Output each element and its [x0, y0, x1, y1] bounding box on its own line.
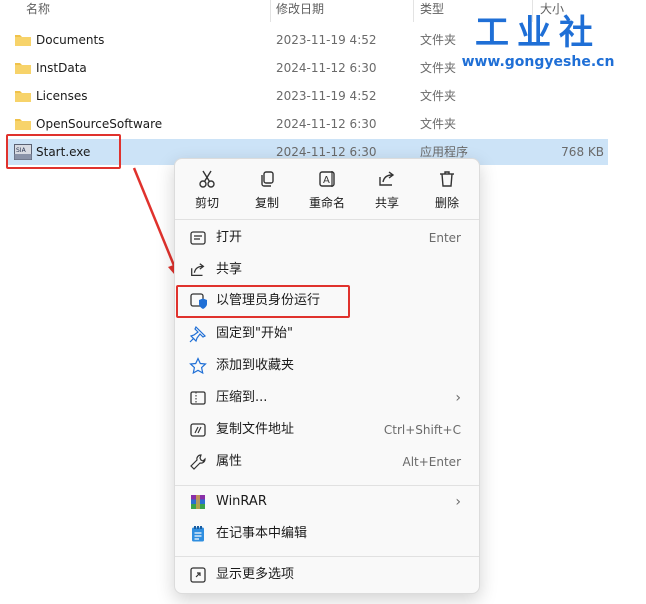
menu-divider — [175, 485, 479, 486]
svg-text:A: A — [323, 175, 330, 186]
rename-label: 重命名 — [308, 196, 345, 210]
context-menu-toolbar: 剪切 复制 A 重命名 共享 删除 — [175, 159, 479, 215]
menu-item-show-more-options[interactable]: 显示更多选项 — [179, 560, 475, 590]
folder-icon — [15, 119, 31, 130]
share-button[interactable]: 共享 — [359, 165, 415, 215]
menu-item-shortcut: Ctrl+Shift+C — [383, 423, 461, 437]
menu-divider — [175, 219, 479, 220]
cut-button[interactable]: 剪切 — [179, 165, 235, 215]
menu-item-edit-in-notepad[interactable]: 在记事本中编辑 — [179, 519, 475, 549]
file-name: InstData — [36, 61, 87, 75]
menu-item-pin-to-start[interactable]: 固定到"开始" — [179, 319, 475, 349]
file-date: 2024-11-12 6:30 — [276, 61, 377, 75]
menu-item-copy-file-path[interactable]: 复制文件地址 Ctrl+Shift+C — [179, 415, 475, 445]
column-type[interactable]: 类型 — [420, 0, 444, 22]
menu-item-share[interactable]: 共享 — [179, 255, 475, 285]
pin-icon — [189, 325, 207, 343]
more-options-icon — [190, 567, 206, 583]
column-divider[interactable] — [270, 0, 271, 22]
file-date: 2023-11-19 4:52 — [276, 89, 377, 103]
menu-item-label: 复制文件地址 — [216, 422, 295, 437]
file-date: 2024-11-12 6:30 — [276, 117, 377, 131]
file-name: Licenses — [36, 89, 88, 103]
open-icon — [190, 231, 206, 245]
watermark: 工业社 www.gongyeshe.cn — [448, 14, 628, 84]
folder-icon — [15, 35, 31, 46]
watermark-url: www.gongyeshe.cn — [461, 54, 615, 70]
copy-path-icon — [190, 423, 206, 437]
file-date: 2023-11-19 4:52 — [276, 33, 377, 47]
cut-label: 剪切 — [194, 196, 219, 210]
file-row-licenses[interactable]: Licenses 2023-11-19 4:52 文件夹 — [8, 83, 608, 109]
notepad-icon — [192, 526, 204, 542]
file-size: 768 KB — [561, 145, 604, 159]
menu-item-label: 显示更多选项 — [216, 567, 295, 582]
winrar-icon — [191, 495, 205, 509]
menu-item-label: 添加到收藏夹 — [216, 358, 295, 373]
share-icon — [191, 263, 205, 277]
file-type: 文件夹 — [420, 117, 457, 131]
delete-label: 删除 — [434, 196, 459, 210]
submenu-arrow-icon: › — [455, 494, 461, 510]
menu-item-label: 压缩到... — [216, 390, 268, 405]
column-divider[interactable] — [413, 0, 414, 22]
delete-button[interactable]: 删除 — [419, 165, 475, 215]
folder-icon — [15, 91, 31, 102]
annotation-box-run-as-admin — [176, 285, 350, 318]
menu-item-add-to-favorites[interactable]: 添加到收藏夹 — [179, 351, 475, 381]
context-menu: 剪切 复制 A 重命名 共享 删除 打开 Enter 共享 以管理员身份运行 固… — [174, 158, 480, 594]
copy-label: 复制 — [254, 196, 279, 210]
column-name[interactable]: 名称 — [26, 0, 50, 22]
menu-divider — [175, 556, 479, 557]
copy-icon — [261, 171, 274, 187]
menu-item-label: 共享 — [216, 262, 243, 277]
file-type: 文件夹 — [420, 89, 457, 103]
menu-item-properties[interactable]: 属性 Alt+Enter — [179, 447, 475, 477]
column-date[interactable]: 修改日期 — [276, 0, 324, 22]
menu-item-label: 在记事本中编辑 — [216, 526, 308, 541]
menu-item-label: 固定到"开始" — [216, 326, 293, 341]
folder-icon — [15, 63, 31, 74]
watermark-title: 工业社 — [475, 13, 601, 53]
menu-item-label: WinRAR — [216, 494, 267, 509]
rename-icon: A — [319, 171, 335, 187]
menu-item-winrar[interactable]: WinRAR › — [179, 487, 475, 517]
submenu-arrow-icon: › — [455, 390, 461, 406]
scissors-icon — [199, 170, 215, 188]
zip-icon — [190, 391, 206, 405]
menu-item-shortcut: Enter — [428, 231, 461, 245]
menu-item-shortcut: Alt+Enter — [402, 455, 461, 469]
menu-item-label: 属性 — [216, 454, 243, 469]
menu-item-compress[interactable]: 压缩到... › — [179, 383, 475, 413]
file-name: Documents — [36, 33, 105, 47]
rename-button[interactable]: A 重命名 — [299, 165, 355, 215]
star-icon — [189, 357, 207, 375]
share-icon — [379, 171, 395, 186]
menu-item-label: 打开 — [216, 230, 243, 245]
copy-button[interactable]: 复制 — [239, 165, 295, 215]
trash-icon — [440, 171, 454, 187]
menu-item-open[interactable]: 打开 Enter — [179, 223, 475, 253]
share-label: 共享 — [374, 196, 399, 210]
annotation-box-start-exe — [6, 134, 121, 169]
wrench-icon — [190, 454, 206, 470]
